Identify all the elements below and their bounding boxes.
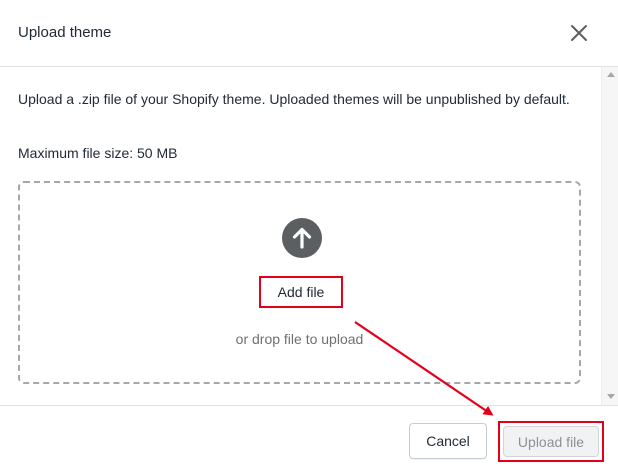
scroll-up-arrow-icon[interactable] xyxy=(607,72,615,77)
cancel-button[interactable]: Cancel xyxy=(409,423,487,459)
vertical-scrollbar[interactable] xyxy=(601,67,618,405)
modal-body: Upload a .zip file of your Shopify theme… xyxy=(0,67,601,405)
close-icon[interactable] xyxy=(566,20,592,46)
max-file-size: Maximum file size: 50 MB xyxy=(18,145,178,161)
add-file-button[interactable]: Add file xyxy=(259,276,343,308)
upload-arrow-icon xyxy=(282,218,322,258)
modal-header: Upload theme xyxy=(0,0,618,67)
upload-file-highlight: Upload file xyxy=(498,421,604,462)
close-button[interactable] xyxy=(566,20,592,46)
upload-file-button[interactable]: Upload file xyxy=(503,426,599,457)
modal-footer: Cancel Upload file xyxy=(0,405,618,475)
drop-hint: or drop file to upload xyxy=(235,331,364,347)
upload-description: Upload a .zip file of your Shopify theme… xyxy=(18,91,570,107)
file-dropzone[interactable]: Add file or drop file to upload xyxy=(18,181,581,384)
modal-title: Upload theme xyxy=(18,24,112,41)
scroll-down-arrow-icon[interactable] xyxy=(607,394,615,399)
